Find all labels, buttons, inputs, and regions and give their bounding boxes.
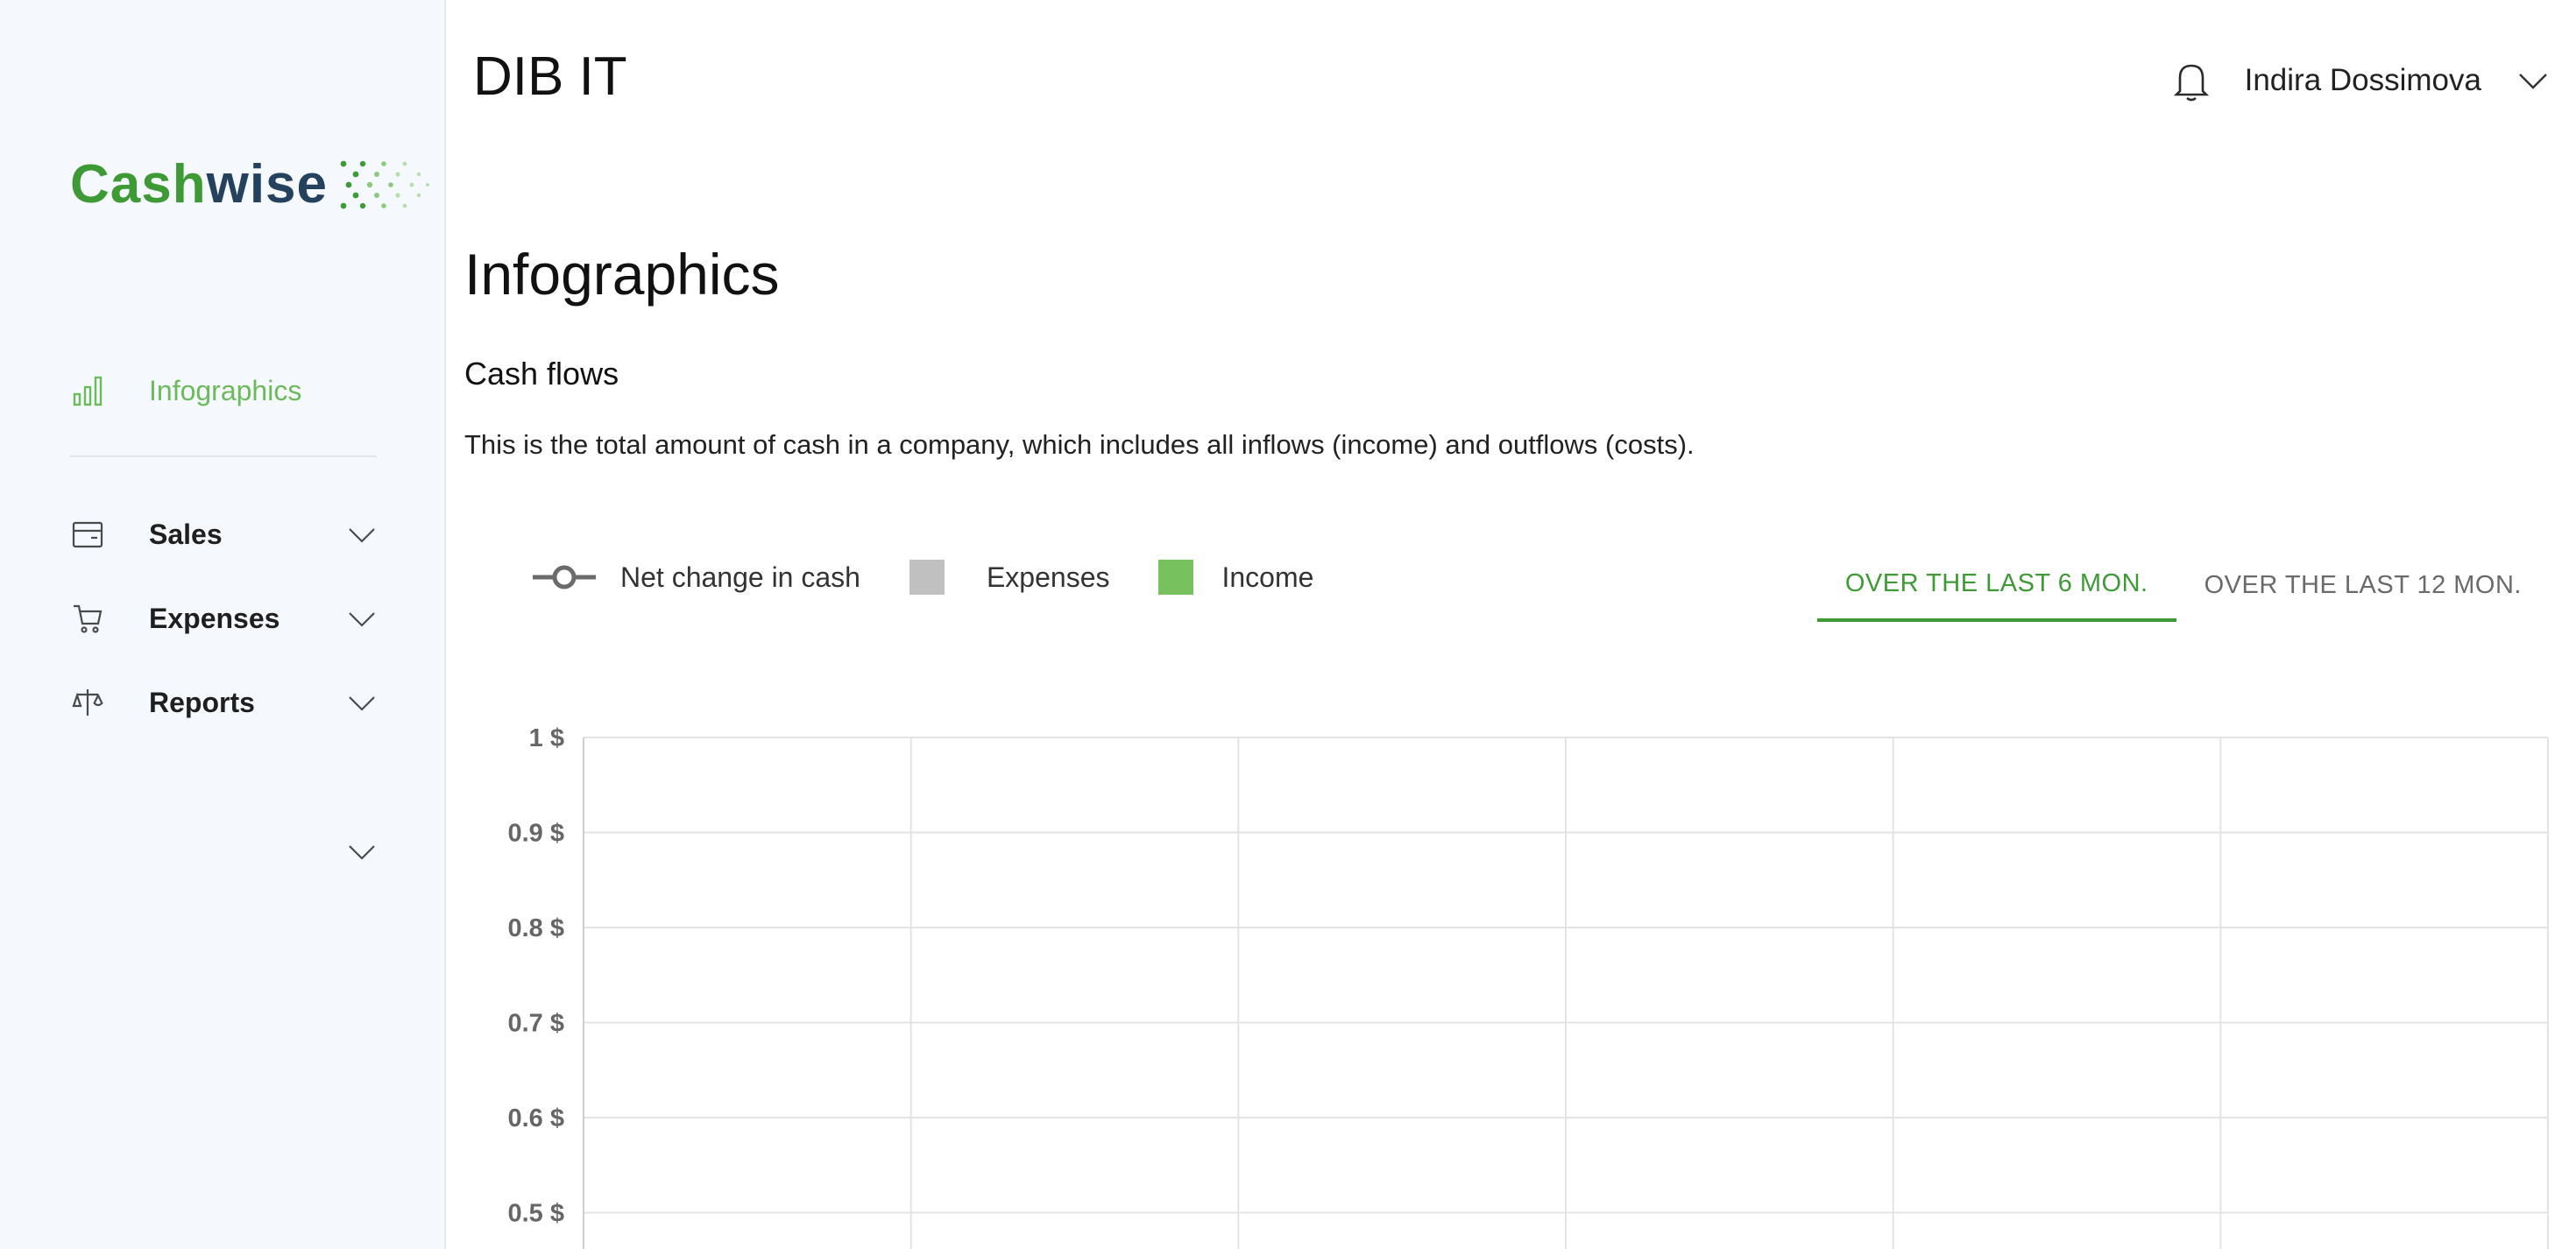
scales-icon: [70, 685, 105, 720]
legend-item-income[interactable]: Income: [1158, 560, 1313, 595]
sidebar-item-label: Expenses: [149, 602, 280, 634]
y-tick-label: 1 $: [529, 724, 564, 752]
chevron-down-icon[interactable]: [347, 688, 377, 717]
bar-chart-icon: [70, 373, 105, 408]
cash-flow-chart: 1 $ 0.9 $ 0.8 $ 0.7 $ 0.6 $ 0.5 $: [473, 709, 2550, 1249]
sidebar-divider: [70, 455, 377, 457]
sidebar-item-label: Sales: [149, 518, 223, 550]
period-tabs: OVER THE LAST 6 MON. OVER THE LAST 12 MO…: [1816, 548, 2550, 622]
chevron-down-icon[interactable]: [347, 519, 377, 549]
sidebar: Cashwise Infographics Sales Expenses Rep…: [0, 0, 446, 1249]
sidebar-item-infographics[interactable]: Infographics: [70, 364, 377, 417]
y-tick-label: 0.9 $: [508, 820, 565, 848]
logo-dots-icon: [340, 160, 430, 209]
chart-svg: 1 $ 0.9 $ 0.8 $ 0.7 $ 0.6 $ 0.5 $: [508, 724, 2549, 1249]
line-marker-icon: [533, 565, 596, 589]
cart-icon: [70, 601, 105, 636]
wallet-icon: [70, 517, 105, 552]
chevron-down-icon[interactable]: [347, 603, 377, 633]
legend-label: Expenses: [986, 561, 1110, 593]
section-title: Cash flows: [464, 356, 619, 392]
y-tick-label: 0.6 $: [508, 1104, 565, 1133]
y-tick-label: 0.7 $: [508, 1010, 565, 1038]
tab-last-6-months[interactable]: OVER THE LAST 6 MON.: [1816, 548, 2176, 622]
sidebar-item-label: Reports: [149, 686, 255, 718]
legend-swatch: [1158, 560, 1194, 595]
bell-icon[interactable]: [2173, 60, 2210, 102]
chevron-down-icon[interactable]: [2516, 64, 2550, 97]
sidebar-item-more[interactable]: [70, 825, 377, 878]
sidebar-item-expenses[interactable]: Expenses: [70, 592, 377, 645]
section-description: This is the total amount of cash in a co…: [464, 429, 1695, 460]
legend-label: Income: [1221, 561, 1314, 593]
legend-item-net-change[interactable]: Net change in cash: [533, 560, 860, 595]
sidebar-item-reports[interactable]: Reports: [70, 676, 377, 729]
legend-item-expenses[interactable]: Expenses: [909, 560, 1110, 595]
page-title: Infographics: [464, 242, 780, 307]
tab-last-12-months[interactable]: OVER THE LAST 12 MON.: [2176, 548, 2550, 622]
y-tick-label: 0.8 $: [508, 914, 565, 942]
logo-text: Cashwise: [70, 154, 329, 215]
y-tick-label: 0.5 $: [508, 1200, 565, 1228]
chevron-down-icon[interactable]: [347, 836, 377, 866]
user-name[interactable]: Indira Dossimova: [2245, 63, 2481, 98]
sidebar-item-label: Infographics: [149, 374, 302, 406]
company-name: DIB IT: [473, 46, 627, 107]
legend-label: Net change in cash: [620, 561, 860, 593]
cashwise-logo[interactable]: Cashwise: [70, 154, 435, 215]
sidebar-item-sales[interactable]: Sales: [70, 508, 377, 561]
user-header: Indira Dossimova: [2173, 54, 2550, 107]
legend-swatch: [909, 560, 945, 595]
chart-legend: Net change in cash Expenses Income: [533, 555, 1362, 599]
